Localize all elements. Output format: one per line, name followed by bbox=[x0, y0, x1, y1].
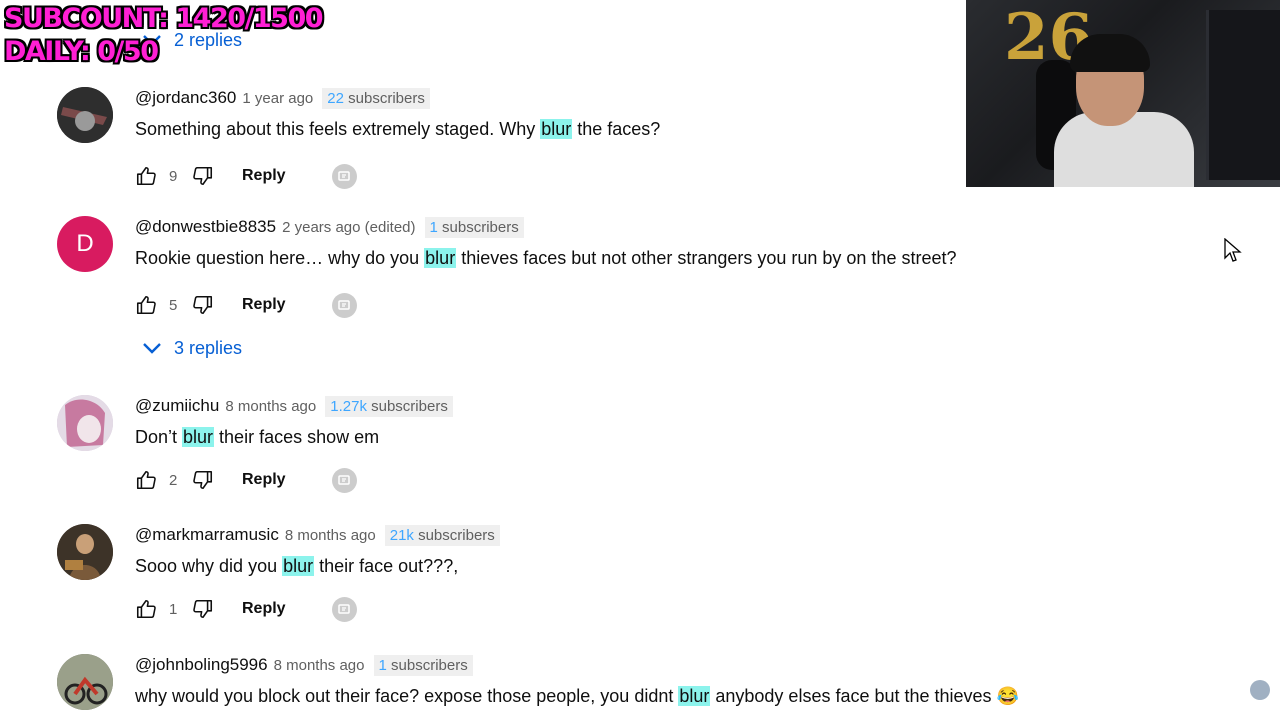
replies-toggle[interactable]: 3 replies bbox=[140, 336, 242, 360]
like-button[interactable] bbox=[135, 598, 157, 620]
avatar-initial: D bbox=[76, 230, 94, 257]
webcam-feed: 26 bbox=[966, 0, 1280, 187]
comment: D @donwestbie8835 2 years ago (edited) 1… bbox=[57, 216, 1237, 318]
subscriber-badge: 22 subscribers bbox=[322, 87, 430, 109]
like-button[interactable] bbox=[135, 165, 157, 187]
avatar[interactable]: D bbox=[57, 216, 113, 272]
thumbs-down-icon bbox=[193, 599, 213, 619]
comment-text: Sooo why did you blur their face out???, bbox=[135, 556, 458, 577]
comment-text-part: their faces show em bbox=[214, 427, 380, 447]
comment-text: Rookie question here… why do you blur th… bbox=[135, 248, 956, 269]
comment-text: Don’t blur their faces show em bbox=[135, 427, 379, 448]
highlighted-word: blur bbox=[282, 556, 315, 576]
comment-author[interactable]: @markmarramusic bbox=[135, 525, 279, 545]
dislike-button[interactable] bbox=[192, 598, 214, 620]
subscriber-word: subscribers bbox=[386, 656, 468, 674]
comment-time[interactable]: 1 year ago bbox=[242, 90, 313, 107]
highlighted-word: blur bbox=[424, 248, 457, 268]
comment-text-part: Sooo why did you bbox=[135, 556, 283, 576]
thumbs-up-icon bbox=[136, 470, 156, 490]
comment-time[interactable]: 2 years ago (edited) bbox=[282, 219, 415, 236]
thumbs-up-icon bbox=[136, 166, 156, 186]
like-button[interactable] bbox=[135, 469, 157, 491]
comment-text-part: the faces? bbox=[572, 119, 661, 139]
dislike-button[interactable] bbox=[192, 165, 214, 187]
highlighted-word: blur bbox=[182, 427, 215, 447]
comment-time[interactable]: 8 months ago bbox=[225, 398, 316, 415]
thumbs-up-icon bbox=[136, 599, 156, 619]
thumbs-down-icon bbox=[193, 166, 213, 186]
comment-text-part: thieves faces but not other strangers yo… bbox=[456, 248, 957, 268]
comment-author[interactable]: @zumiichu bbox=[135, 396, 219, 416]
comment-text: why would you block out their face? expo… bbox=[135, 686, 1019, 707]
comment-text-part: Don’t bbox=[135, 427, 183, 447]
comment-author[interactable]: @jordanc360 bbox=[135, 88, 236, 108]
shelf bbox=[1206, 10, 1280, 180]
comment-time[interactable]: 8 months ago bbox=[285, 527, 376, 544]
avatar[interactable] bbox=[57, 654, 113, 710]
subscriber-badge: 1.27k subscribers bbox=[325, 395, 453, 417]
extension-icon[interactable] bbox=[331, 467, 357, 493]
comment-text-part: why would you block out their face? expo… bbox=[135, 686, 679, 706]
stream-overlay: SUBCOUNT: 1420/1500 DAILY: 0/50 bbox=[4, 2, 324, 68]
comment-author[interactable]: @johnboling5996 bbox=[135, 655, 268, 675]
subscriber-word: subscribers bbox=[437, 218, 519, 236]
comment-text: Something about this feels extremely sta… bbox=[135, 119, 660, 140]
replies-label: 3 replies bbox=[174, 337, 243, 358]
avatar[interactable] bbox=[57, 395, 113, 451]
like-count: 9 bbox=[169, 167, 178, 185]
comment-author[interactable]: @donwestbie8835 bbox=[135, 217, 276, 237]
subscriber-count: 21k bbox=[389, 526, 414, 544]
reply-button[interactable]: Reply bbox=[242, 471, 286, 489]
highlighted-word: blur bbox=[540, 119, 573, 139]
avatar[interactable] bbox=[57, 87, 113, 143]
extension-icon[interactable] bbox=[331, 163, 357, 189]
subscriber-count: 22 bbox=[327, 89, 344, 107]
reply-button[interactable]: Reply bbox=[242, 167, 286, 185]
extension-icon[interactable] bbox=[331, 292, 357, 318]
comment: @markmarramusic 8 months ago 21k subscri… bbox=[57, 524, 1237, 624]
subscriber-word: subscribers bbox=[366, 397, 448, 415]
extension-icon[interactable] bbox=[331, 596, 357, 622]
mini-avatar[interactable] bbox=[1250, 680, 1270, 700]
chevron-down-icon bbox=[143, 343, 161, 354]
dislike-button[interactable] bbox=[192, 469, 214, 491]
subscriber-word: subscribers bbox=[413, 526, 495, 544]
like-count: 5 bbox=[169, 296, 178, 314]
comment-text-part: Rookie question here… why do you bbox=[135, 248, 425, 268]
subscriber-badge: 21k subscribers bbox=[384, 524, 500, 546]
reply-button[interactable]: Reply bbox=[242, 296, 286, 314]
subcount-label: SUBCOUNT: 1420/1500 bbox=[4, 3, 324, 34]
subscriber-badge: 1 subscribers bbox=[424, 216, 524, 238]
like-count: 2 bbox=[169, 471, 178, 489]
subscriber-badge: 1 subscribers bbox=[373, 654, 473, 676]
thumbs-up-icon bbox=[136, 295, 156, 315]
comment-text-part: their face out???, bbox=[314, 556, 459, 576]
subscriber-count: 1 bbox=[429, 218, 438, 236]
streamer-hair bbox=[1070, 34, 1150, 72]
comment: @johnboling5996 8 months ago 1 subscribe… bbox=[57, 654, 1237, 720]
highlighted-word: blur bbox=[678, 686, 711, 706]
subscriber-count: 1.27k bbox=[330, 397, 367, 415]
comment: @zumiichu 8 months ago 1.27k subscribers… bbox=[57, 395, 1237, 495]
daily-label: DAILY: 0/50 bbox=[4, 36, 159, 67]
reply-button[interactable]: Reply bbox=[242, 600, 286, 618]
dislike-button[interactable] bbox=[192, 294, 214, 316]
avatar[interactable] bbox=[57, 524, 113, 580]
comment-time[interactable]: 8 months ago bbox=[274, 657, 365, 674]
like-count: 1 bbox=[169, 600, 178, 618]
comment-text-part: anybody elses face but the thieves 😂 bbox=[710, 686, 1019, 706]
subscriber-count: 1 bbox=[378, 656, 387, 674]
thumbs-down-icon bbox=[193, 470, 213, 490]
thumbs-down-icon bbox=[193, 295, 213, 315]
mouse-cursor-icon bbox=[1224, 238, 1242, 262]
comment-text-part: Something about this feels extremely sta… bbox=[135, 119, 541, 139]
like-button[interactable] bbox=[135, 294, 157, 316]
subscriber-word: subscribers bbox=[343, 89, 425, 107]
